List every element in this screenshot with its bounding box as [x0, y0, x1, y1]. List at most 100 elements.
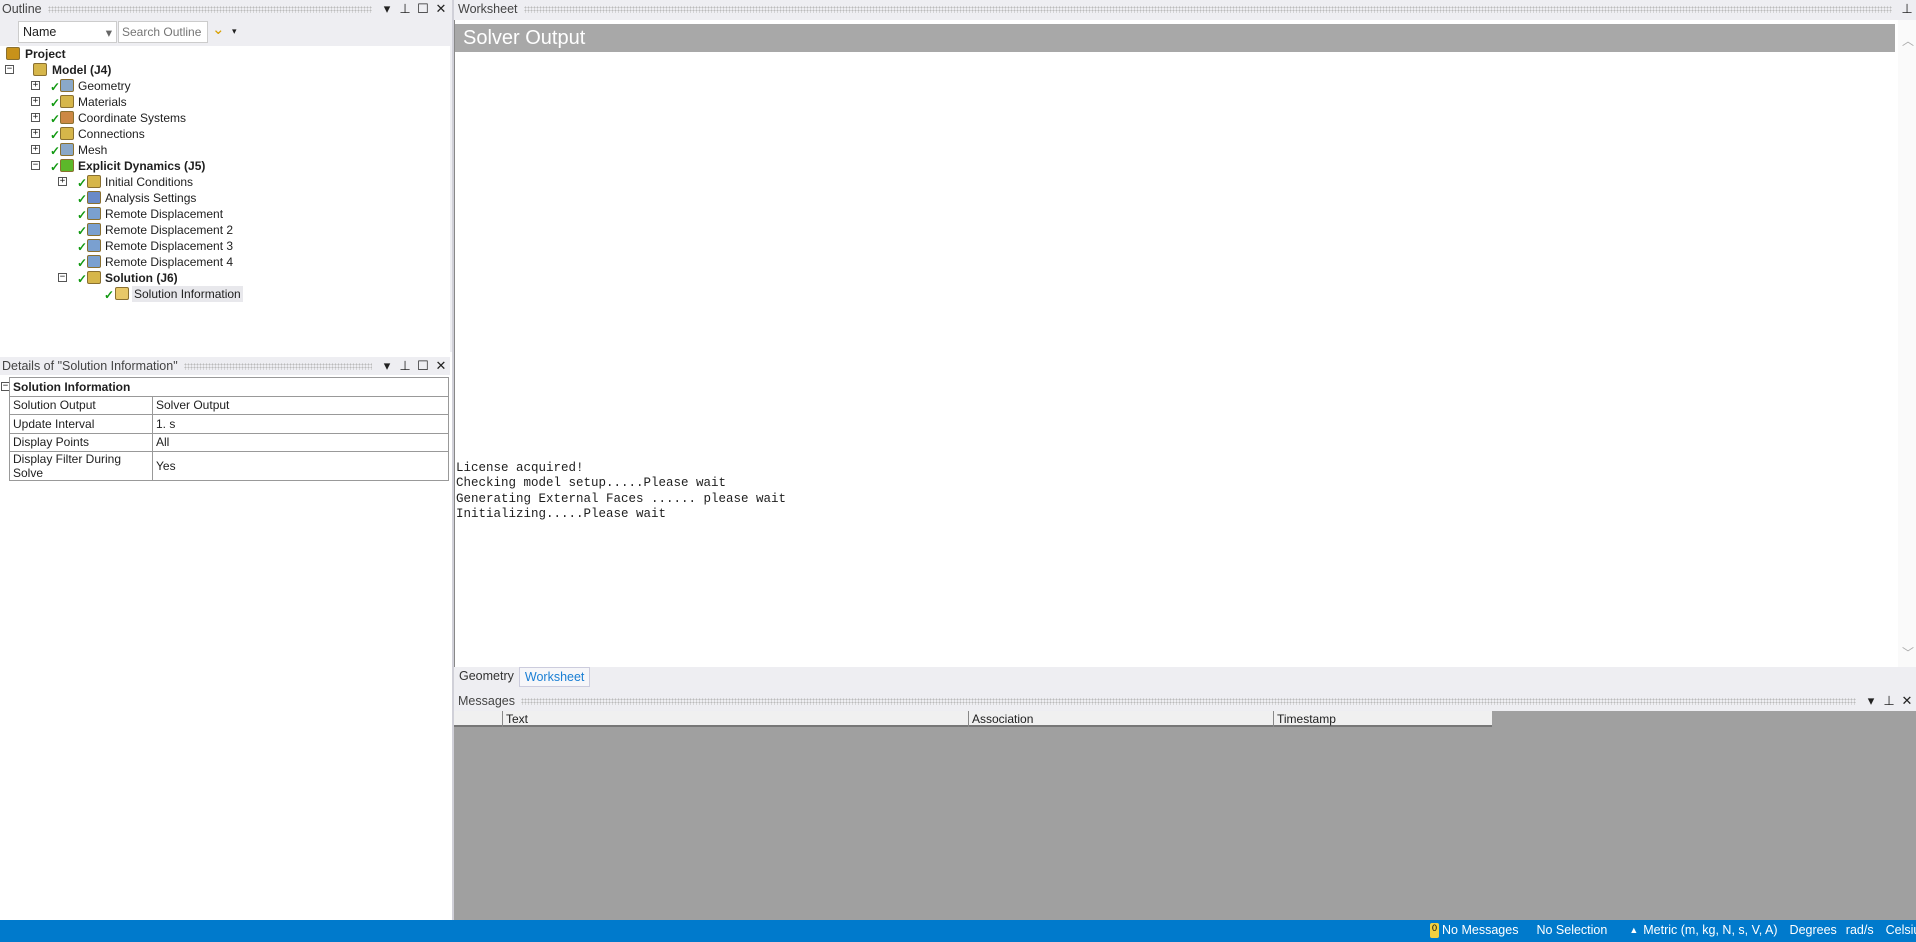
node-icon — [87, 191, 101, 204]
details-value[interactable]: 1. s — [152, 414, 449, 434]
tree-item[interactable]: + ✓ Materials — [0, 94, 450, 110]
close-icon[interactable]: ✕ — [1898, 693, 1916, 709]
expand-icon[interactable]: + — [31, 81, 40, 90]
details-value[interactable]: Yes — [152, 451, 449, 481]
details-row[interactable]: Solution Output Solver Output — [9, 395, 449, 415]
expand-icon[interactable]: + — [31, 113, 40, 122]
status-bar: 0 No Messages No Selection ▲ Metric (m, … — [0, 920, 1916, 942]
collapse-icon[interactable]: − — [31, 161, 40, 170]
details-key: Display Filter During Solve — [9, 451, 153, 481]
tree-item-label: Remote Displacement 3 — [105, 239, 234, 253]
tree-item[interactable]: + ✓ Connections — [0, 126, 450, 142]
pin-icon[interactable]: ⊥ — [1880, 693, 1898, 709]
status-messages[interactable]: No Messages — [1442, 923, 1518, 938]
column-text[interactable]: Text — [502, 711, 968, 727]
check-icon: ✓ — [77, 240, 88, 254]
collapse-icon[interactable]: − — [5, 65, 14, 74]
tree-item-label: Remote Displacement 2 — [105, 223, 234, 237]
tree-item[interactable]: ✓ Remote Displacement — [0, 206, 450, 222]
tree-item-label: Materials — [78, 95, 127, 109]
tree-item[interactable]: ✓ Remote Displacement 4 — [0, 254, 450, 270]
filter-chevron-icon[interactable]: ⌄ — [212, 20, 225, 38]
node-icon — [87, 175, 101, 188]
worksheet-header: Worksheet ⊥ — [456, 0, 1916, 18]
close-icon[interactable]: ✕ — [432, 1, 450, 17]
tree-item[interactable]: + ✓ Initial Conditions — [0, 174, 450, 190]
column-timestamp[interactable]: Timestamp — [1273, 711, 1492, 727]
dropdown-icon[interactable]: ▾ — [378, 1, 396, 17]
details-row[interactable]: Display Points All — [9, 432, 449, 452]
tree-item[interactable]: − Model (J4) — [0, 62, 450, 78]
maximize-icon[interactable]: ☐ — [414, 358, 432, 374]
status-angle[interactable]: Degrees — [1790, 923, 1837, 938]
check-icon: ✓ — [50, 112, 61, 126]
details-value[interactable]: Solver Output — [152, 395, 449, 415]
tree-item[interactable]: + ✓ Coordinate Systems — [0, 110, 450, 126]
messages-list: Text Association Timestamp — [454, 711, 1916, 920]
tree-item[interactable]: + ✓ Mesh — [0, 142, 450, 158]
status-rotation[interactable]: rad/s — [1846, 923, 1874, 938]
tab-worksheet[interactable]: Worksheet — [518, 667, 591, 687]
node-icon — [87, 239, 101, 252]
filter-select[interactable]: Name ▾ — [18, 21, 117, 43]
node-icon — [60, 127, 74, 140]
tree-item[interactable]: − ✓ Solution (J6) — [0, 270, 450, 286]
node-icon — [60, 79, 74, 92]
tree-item[interactable]: ✓ Solution Information — [0, 286, 450, 302]
close-icon[interactable]: ✕ — [432, 358, 450, 374]
chevron-down-icon: ▾ — [105, 26, 112, 40]
tree-item[interactable]: ✓ Analysis Settings — [0, 190, 450, 206]
tree-item-label: Initial Conditions — [105, 175, 194, 189]
pin-icon[interactable]: ⊥ — [396, 358, 414, 374]
details-value[interactable]: All — [152, 432, 449, 452]
caret-up-icon[interactable]: ▲ — [1629, 923, 1638, 938]
check-icon: ✓ — [77, 208, 88, 222]
tree-item-label: Solution (J6) — [105, 271, 178, 285]
tree-item-label: Analysis Settings — [105, 191, 197, 205]
log-line: Checking model setup.....Please wait — [456, 476, 727, 491]
tree-item-label: Mesh — [78, 143, 108, 157]
node-icon — [87, 223, 101, 236]
node-icon — [60, 143, 74, 156]
tree-item[interactable]: − ✓ Explicit Dynamics (J5) — [0, 158, 450, 174]
messages-icon[interactable]: 0 — [1430, 923, 1440, 938]
log-line: Generating External Faces ...... please … — [456, 491, 787, 506]
scroll-down-icon[interactable]: ﹀ — [1902, 644, 1914, 661]
pin-icon[interactable]: ⊥ — [1898, 1, 1916, 17]
tree-item-label: Remote Displacement — [105, 207, 224, 221]
dropdown-icon[interactable]: ▾ — [1862, 693, 1880, 709]
tree-item[interactable]: + ✓ Geometry — [0, 78, 450, 94]
scrollbar[interactable]: ︿ ﹀ — [1898, 20, 1916, 667]
node-icon — [115, 287, 129, 300]
search-input[interactable] — [118, 21, 208, 43]
status-temperature[interactable]: Celsius — [1886, 923, 1916, 938]
filter-select-value: Name — [23, 25, 57, 39]
details-row[interactable]: Display Filter During Solve Yes — [9, 451, 449, 481]
status-units[interactable]: Metric (m, kg, N, s, V, A) — [1643, 923, 1777, 938]
expand-icon[interactable]: + — [31, 145, 40, 154]
outline-toolbar: Name ▾ ⌄ ▾ — [0, 18, 450, 46]
tree-item[interactable]: ✓ Remote Displacement 3 — [0, 238, 450, 254]
details-group-header[interactable]: Solution Information — [9, 377, 449, 397]
node-icon — [60, 95, 74, 108]
column-association[interactable]: Association — [968, 711, 1273, 727]
scroll-up-icon[interactable]: ︿ — [1902, 32, 1914, 49]
details-row[interactable]: Update Interval 1. s — [9, 414, 449, 434]
dropdown-icon[interactable]: ▾ — [378, 358, 396, 374]
details-key: Update Interval — [9, 414, 153, 434]
details-table: Solution Information Solution Output Solv… — [9, 377, 449, 481]
toolbar-dropdown-icon[interactable]: ▾ — [232, 26, 237, 37]
expand-icon[interactable]: + — [58, 177, 67, 186]
node-icon — [87, 271, 101, 284]
tree-item[interactable]: Project — [0, 46, 450, 62]
pin-icon[interactable]: ⊥ — [396, 1, 414, 17]
node-icon — [87, 255, 101, 268]
collapse-icon[interactable]: − — [58, 273, 67, 282]
expand-icon[interactable]: + — [31, 129, 40, 138]
details-key: Solution Output — [9, 395, 153, 415]
expand-icon[interactable]: + — [31, 97, 40, 106]
tree-item-label: Model (J4) — [52, 63, 112, 77]
tab-geometry[interactable]: Geometry — [454, 667, 519, 687]
tree-item[interactable]: ✓ Remote Displacement 2 — [0, 222, 450, 238]
maximize-icon[interactable]: ☐ — [414, 1, 432, 17]
